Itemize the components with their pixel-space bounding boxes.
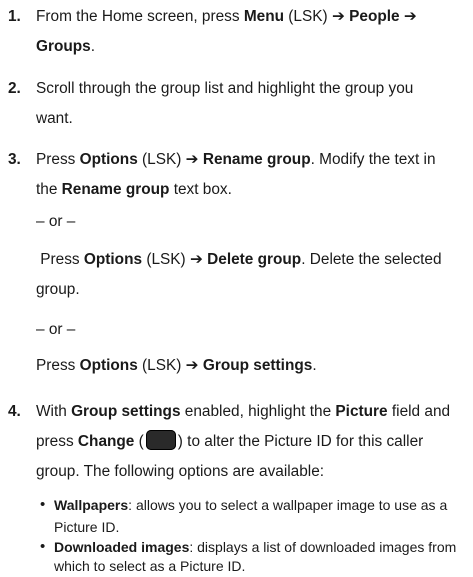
text: the (36, 181, 62, 198)
text: From the Home screen, press (36, 8, 244, 25)
text: : displays a list of downloaded images f… (189, 539, 457, 555)
bullet-dot: • (40, 538, 46, 555)
bullet-text: Wallpapers: allows you to select a wallp… (54, 494, 463, 538)
step-line: Press Options (LSK) ➔ Rename group. Modi… (36, 145, 463, 175)
step-line: Scroll through the group list and highli… (36, 80, 414, 97)
step-number: 3. (8, 151, 21, 168)
step-line: Press Options (LSK) ➔ Delete group. Dele… (36, 245, 463, 275)
text: ) to alter the Picture ID for this calle… (177, 433, 424, 450)
delete-group-term: Delete group (207, 251, 302, 268)
step-line: With Group settings enabled, highlight t… (36, 397, 463, 427)
downloaded-images-term: Downloaded images (54, 539, 190, 555)
step-line: want. (36, 110, 73, 127)
text: (LSK) (137, 357, 186, 374)
bullet-line: Wallpapers: allows you to select a wallp… (54, 494, 463, 516)
options-term: Options (79, 357, 138, 374)
or-separator: – or – (36, 213, 76, 230)
bullet-dot: • (40, 496, 46, 513)
menu-term: Menu (243, 8, 285, 25)
step-line: Groups. (36, 32, 463, 62)
options-term: Options (79, 151, 138, 168)
text: . Delete the selected (301, 251, 442, 268)
change-term: Change (77, 433, 135, 450)
text: press (36, 433, 78, 450)
center-key-icon (145, 430, 176, 450)
text: Press (36, 251, 84, 268)
step-line: group. (36, 281, 80, 298)
text: (LSK) (142, 251, 190, 268)
rename-group-term: Rename group (202, 151, 311, 168)
picture-term: Picture (335, 403, 388, 420)
step-number: 4. (8, 403, 21, 420)
arrow-icon: ➔ (189, 251, 203, 268)
group-settings-term: Group settings (71, 403, 181, 420)
wallpapers-term: Wallpapers (54, 497, 129, 513)
text: (LSK) (137, 151, 186, 168)
text: ( (134, 433, 144, 450)
step-line: Press Options (LSK) ➔ Group settings. (36, 351, 463, 381)
step-number: 2. (8, 80, 21, 97)
text: : allows you to select a wallpaper image… (128, 497, 448, 513)
bullet-line: Picture ID. (54, 519, 120, 535)
bullet-text: Downloaded images: displays a list of do… (54, 536, 463, 574)
options-term: Options (83, 251, 143, 268)
text: Press (36, 151, 80, 168)
step-text: From the Home screen, press Menu (LSK) ➔… (36, 2, 463, 62)
bullet-line: which to select as a Picture ID. (54, 558, 246, 574)
text: text box. (169, 181, 232, 198)
step-line: the Rename group text box. (36, 175, 463, 205)
group-settings-term: Group settings (202, 357, 313, 374)
text: . Modify the text in (310, 151, 436, 168)
text: With (36, 403, 72, 420)
step-text: Press Options (LSK) ➔ Rename group. Modi… (36, 145, 463, 381)
rename-group-term: Rename group (61, 181, 170, 198)
arrow-icon: ➔ (185, 151, 199, 168)
text: Press (36, 357, 80, 374)
arrow-icon: ➔ (185, 357, 199, 374)
step-text: Scroll through the group list and highli… (36, 74, 463, 134)
step-text: With Group settings enabled, highlight t… (36, 397, 463, 487)
or-separator: – or – (36, 321, 76, 338)
step-line: press Change ( ) to alter the Picture ID … (36, 427, 463, 457)
text: . (90, 38, 96, 55)
text: enabled, highlight the (180, 403, 336, 420)
step-line: group. The following options are availab… (36, 463, 325, 480)
step-line: From the Home screen, press Menu (LSK) ➔… (36, 2, 463, 32)
text: field and (387, 403, 451, 420)
groups-term: Groups (36, 38, 91, 55)
text: . (312, 357, 317, 374)
arrow-icon: ➔ (331, 8, 345, 25)
text: (LSK) (284, 8, 332, 25)
people-term: People (349, 8, 400, 25)
arrow-icon: ➔ (399, 8, 417, 25)
step-number: 1. (8, 8, 21, 25)
